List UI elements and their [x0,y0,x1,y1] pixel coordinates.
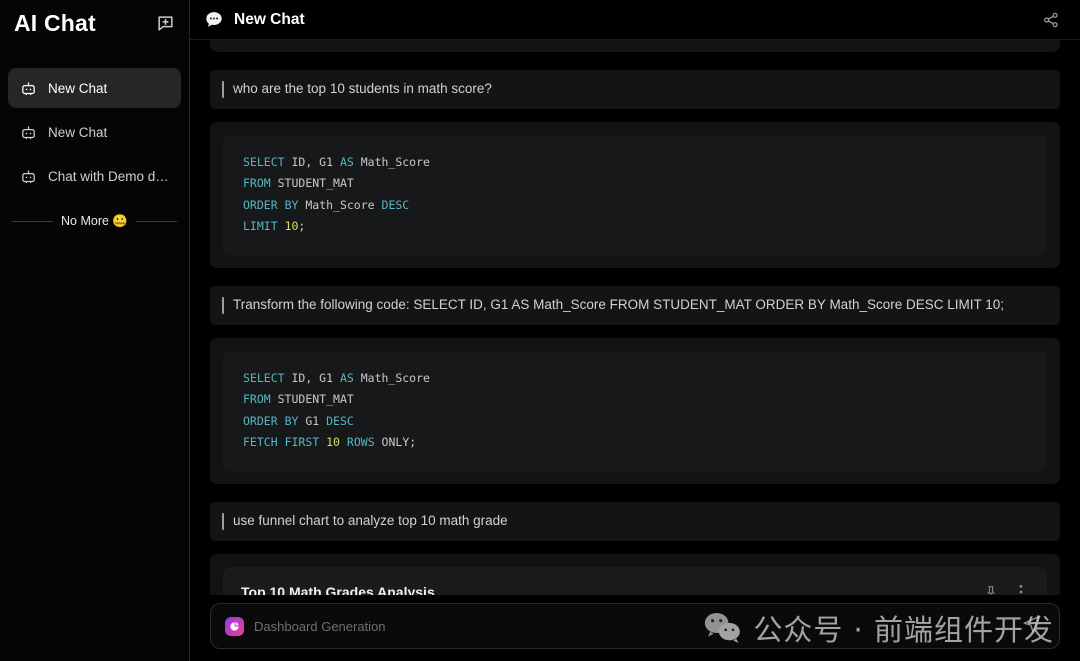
sidebar-item-label: New Chat [48,124,108,140]
dashboard-actions [983,583,1029,595]
top-bar: New Chat [190,0,1080,40]
sidebar-header: AI Chat [8,0,181,46]
assistant-dashboard-card: Top 10 Math Grades Analysis [210,553,1060,595]
sidebar-nav: New Chat New Chat Chat with Demo data [8,68,181,196]
dashboard-generation-tool[interactable]: Dashboard Generation [225,616,386,636]
sidebar-item-label: New Chat [48,80,108,96]
user-message: use funnel chart to analyze top 10 math … [210,501,1060,541]
app-root: AI Chat New Chat New Chat Chat with Demo… [0,0,1080,661]
dashboard-title: Top 10 Math Grades Analysis [241,583,435,595]
assistant-code-card: SELECT ID, G1 AS Math_Score FROM STUDENT… [210,337,1060,484]
bot-icon [20,168,37,185]
message-composer[interactable]: Dashboard Generation [210,603,1060,649]
page-title: New Chat [234,10,305,28]
user-message: Transform the following code: SELECT ID,… [210,285,1060,325]
dashboard-header: Top 10 Math Grades Analysis [241,583,1029,595]
dashboard-pie-icon [225,616,244,636]
user-message-text: Transform the following code: SELECT ID,… [233,296,1005,312]
conversation-scroll-area[interactable]: who are the top 10 students in math scor… [190,40,1080,595]
user-message: who are the top 10 students in math scor… [210,70,1060,109]
dashboard-panel: Top 10 Math Grades Analysis [223,566,1047,595]
message-accent-bar [222,512,224,530]
pin-icon[interactable] [983,583,999,595]
app-brand-title: AI Chat [14,9,96,36]
message-accent-bar [222,81,224,98]
sidebar-item-new-chat-1[interactable]: New Chat [8,68,181,108]
sidebar-item-chat-with-demo-data[interactable]: Chat with Demo data [8,156,181,196]
composer-placeholder: Dashboard Generation [254,618,386,634]
divider-right [135,221,177,222]
composer-area: Dashboard Generation 公众号 · 前端组件开发 [190,595,1080,661]
previous-message-clipped [210,40,1060,52]
top-bar-left: New Chat [204,10,305,30]
send-arrow-icon[interactable] [1021,613,1043,640]
divider-left [12,221,54,222]
sql-code-block[interactable]: SELECT ID, G1 AS Math_Score FROM STUDENT… [223,350,1047,471]
chat-bubble-icon [204,10,224,30]
sidebar-item-new-chat-2[interactable]: New Chat [8,112,181,152]
sql-code-block[interactable]: SELECT ID, G1 AS Math_Score FROM STUDENT… [223,134,1047,255]
share-icon[interactable] [1040,9,1062,31]
list-end-label: No More 🤐 [61,214,128,228]
more-vertical-icon[interactable] [1013,583,1029,595]
sidebar-item-label: Chat with Demo data [48,168,169,184]
user-message-text: who are the top 10 students in math scor… [233,81,492,96]
bot-icon [20,124,37,141]
bot-icon [20,80,37,97]
list-end-marker: No More 🤐 [8,214,181,229]
assistant-code-card: SELECT ID, G1 AS Math_Score FROM STUDENT… [210,121,1060,268]
sidebar: AI Chat New Chat New Chat Chat with Demo… [0,0,190,661]
user-message-text: use funnel chart to analyze top 10 math … [233,512,508,528]
main-panel: New Chat who are the top 10 students in … [190,0,1080,661]
message-accent-bar [222,296,224,314]
new-chat-bubble-icon[interactable] [153,11,177,35]
